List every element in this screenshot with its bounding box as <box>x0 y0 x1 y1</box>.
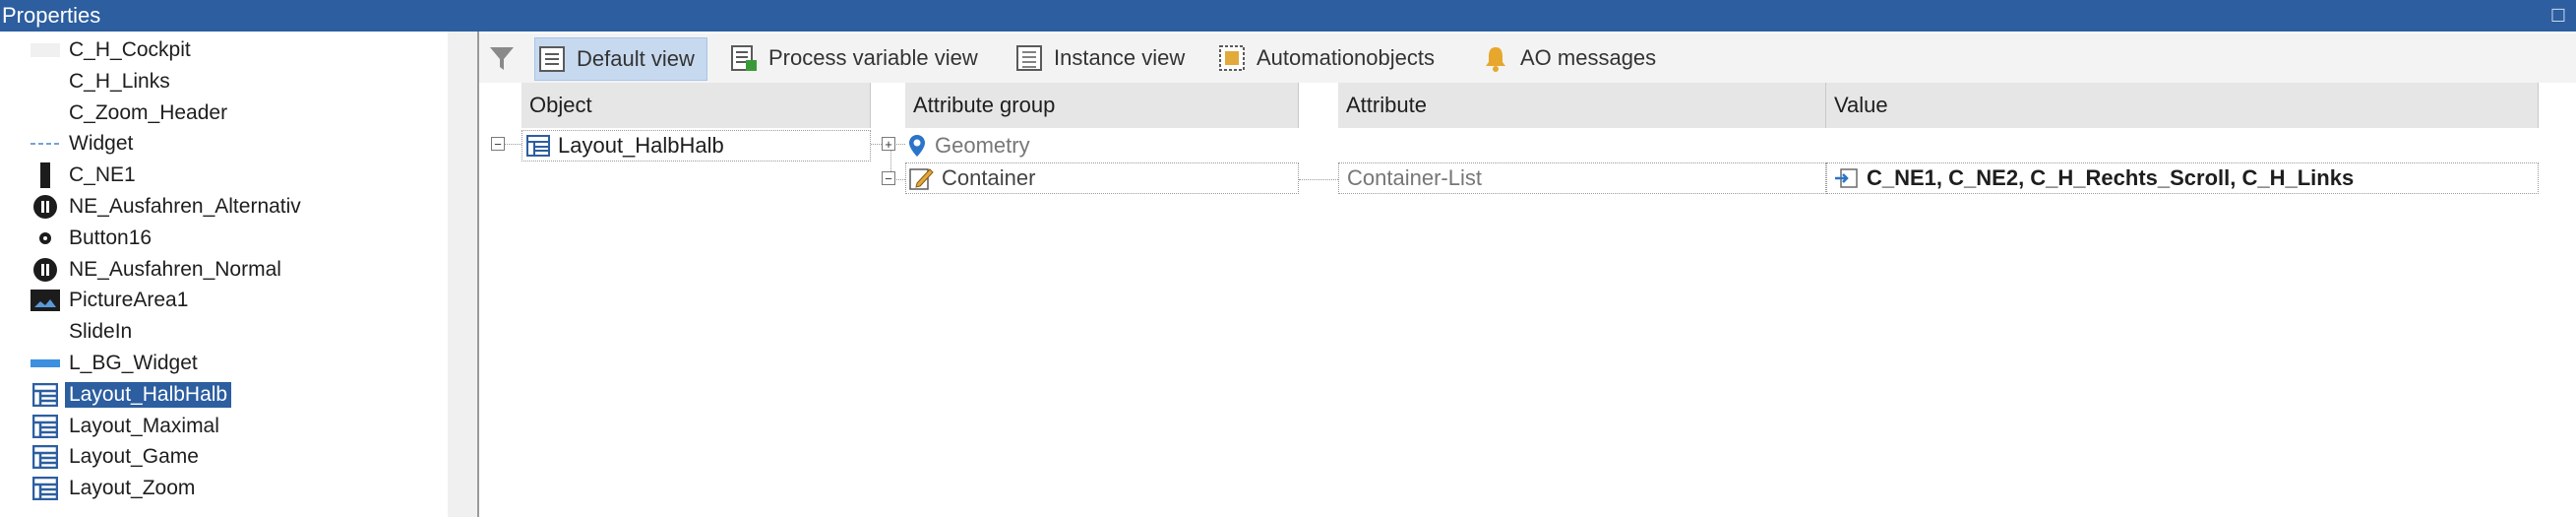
object-tree: C_H_Cockpit C_H_Links C_Zoom_Header Widget C… <box>0 32 448 517</box>
picture-icon <box>30 290 61 312</box>
tree-connector <box>505 144 521 145</box>
vertical-bar-icon <box>30 162 61 189</box>
tab-automationobjects-label: Automationobjects <box>1257 45 1435 70</box>
tab-instance-view[interactable]: Instance view <box>1012 37 1185 79</box>
tree-item-label: C_NE1 <box>69 163 136 187</box>
tree-item-icon-placeholder <box>30 321 61 343</box>
tree-item-label: C_H_Cockpit <box>69 38 191 61</box>
process-variable-icon <box>727 41 761 75</box>
tree-item[interactable]: C_Zoom_Header <box>30 98 231 128</box>
value-cell[interactable]: C_NE1, C_NE2, C_H_Rechts_Scroll, C_H_Lin… <box>1826 162 2539 194</box>
attribute-cell[interactable]: Container-List <box>1338 162 1826 194</box>
location-pin-icon <box>907 134 927 158</box>
edit-icon <box>908 165 934 191</box>
tree-connector <box>1299 179 1338 180</box>
group-label-container: Container <box>942 165 1036 190</box>
tree-item-label: NE_Ausfahren_Alternativ <box>69 195 301 218</box>
tab-automationobjects[interactable]: Automationobjects <box>1215 37 1435 79</box>
tree-item[interactable]: SlideIn <box>30 317 136 347</box>
window-title: Properties <box>2 3 101 28</box>
tree-item-label: Layout_Game <box>69 445 199 469</box>
group-row-geometry[interactable]: Geometry <box>907 130 1299 162</box>
blank-swatch-icon <box>30 39 61 61</box>
value-text: C_NE1, C_NE2, C_H_Rechts_Scroll, C_H_Lin… <box>1867 165 2355 190</box>
title-bar: Properties ☐ <box>0 0 2576 32</box>
tree-item[interactable]: L_BG_Widget <box>30 349 202 378</box>
header-attribute[interactable]: Attribute <box>1338 83 1826 128</box>
tree-item[interactable]: Button16 <box>30 224 155 253</box>
tree-item[interactable]: Layout_Game <box>30 442 203 472</box>
list-view-icon <box>535 42 569 76</box>
layout-icon <box>30 477 61 501</box>
panel-splitter[interactable] <box>448 32 477 517</box>
tree-item[interactable]: Widget <box>30 129 137 159</box>
filter-button[interactable] <box>485 37 526 79</box>
group-row-container[interactable]: Container <box>905 162 1299 194</box>
tree-item-label: Layout_Maximal <box>69 414 219 437</box>
tab-ao-messages[interactable]: AO messages <box>1479 37 1656 79</box>
instance-view-icon <box>1012 41 1046 75</box>
layout-icon <box>30 414 61 438</box>
tree-item[interactable]: C_NE1 <box>30 161 140 190</box>
tab-instance-view-label: Instance view <box>1054 45 1186 70</box>
automationobjects-icon <box>1215 41 1249 75</box>
dashed-line-icon <box>30 133 61 155</box>
round-button-icon <box>30 257 61 282</box>
panel-border <box>477 32 479 517</box>
tab-process-variable-view[interactable]: Process variable view <box>727 37 978 79</box>
tree-item[interactable]: C_H_Cockpit <box>30 35 195 65</box>
object-label: Layout_HalbHalb <box>558 133 724 158</box>
geometry-expand-toggle[interactable]: + <box>882 137 895 151</box>
tree-item[interactable]: NE_Ausfahren_Normal <box>30 255 285 285</box>
layout-icon <box>526 135 550 157</box>
layout-icon <box>30 382 61 407</box>
bell-icon <box>1479 41 1512 75</box>
tree-item-label: NE_Ausfahren_Normal <box>69 257 281 281</box>
tree-item-label: PictureArea1 <box>69 289 189 312</box>
link-list-icon <box>1833 167 1859 189</box>
tree-item[interactable]: Layout_HalbHalb <box>30 380 232 410</box>
tree-item-label: Layout_Zoom <box>69 477 196 500</box>
container-collapse-toggle[interactable]: − <box>882 171 895 185</box>
tree-item[interactable]: Layout_Maximal <box>30 412 223 441</box>
object-cell[interactable]: Layout_HalbHalb <box>521 130 871 162</box>
layout-icon <box>30 445 61 470</box>
tree-item-label: L_BG_Widget <box>69 352 198 374</box>
view-toolbar: Default view Process variable view Insta… <box>479 33 2576 83</box>
tree-item-label: Button16 <box>69 226 153 249</box>
tab-process-variable-view-label: Process variable view <box>768 45 978 70</box>
tab-ao-messages-label: AO messages <box>1520 45 1657 70</box>
tree-item-label: Layout_HalbHalb <box>65 381 232 408</box>
tree-item-label: C_H_Links <box>69 69 170 93</box>
small-gear-icon <box>30 227 61 249</box>
tree-item-icon-placeholder <box>30 102 61 124</box>
tree-item-label: Widget <box>69 132 134 156</box>
tree-item-label: C_Zoom_Header <box>69 100 228 124</box>
tree-item[interactable]: Layout_Zoom <box>30 474 199 503</box>
header-object[interactable]: Object <box>521 83 871 128</box>
tree-item[interactable]: PictureArea1 <box>30 286 192 315</box>
tree-item-label: SlideIn <box>69 320 133 344</box>
tab-default-view[interactable]: Default view <box>534 37 707 81</box>
header-value[interactable]: Value <box>1826 83 2539 128</box>
pin-icon[interactable]: ☐ <box>2550 0 2566 32</box>
tree-item[interactable]: C_H_Links <box>30 67 174 97</box>
header-attribute-group[interactable]: Attribute group <box>905 83 1299 128</box>
group-label-geometry: Geometry <box>935 133 1030 158</box>
tree-item-icon-placeholder <box>30 71 61 93</box>
round-button-icon <box>30 195 61 219</box>
blue-bar-icon <box>30 353 61 374</box>
tab-default-view-label: Default view <box>577 46 695 71</box>
tree-item[interactable]: NE_Ausfahren_Alternativ <box>30 192 305 222</box>
filter-icon <box>485 41 519 75</box>
object-collapse-toggle[interactable]: − <box>491 137 505 151</box>
